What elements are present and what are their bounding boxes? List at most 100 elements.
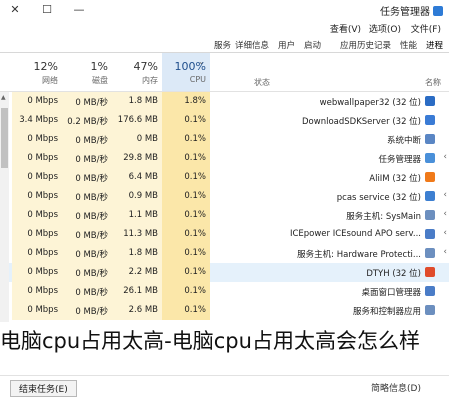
memory-label: 内存 [142, 76, 158, 85]
task-manager-icon [433, 5, 443, 16]
tab-startup[interactable]: 启动 [304, 39, 321, 51]
memory-cell: 29.8 MB [123, 153, 158, 163]
process-name: DTYH (32 位) [366, 269, 421, 279]
status-column-header[interactable]: 状态 [254, 77, 270, 88]
fewer-details-link[interactable]: 简略信息(D) [371, 381, 421, 394]
disk-cell: 0 MB/秒 [75, 136, 108, 146]
column-header-row: 12% 网络 1% 磁盘 47% 内存 ⌄ 100% CPU 状态 名称 [0, 53, 449, 92]
process-icon [425, 248, 435, 258]
process-name: 桌面窗口管理器 [361, 288, 421, 298]
process-row[interactable]: 0 Mbps 0 MB/秒 2.2 MB 0.1% DTYH (32 位) [0, 263, 449, 282]
process-name: AliIM (32 位) [369, 174, 421, 184]
end-task-button[interactable]: 结束任务(E) [10, 380, 77, 397]
process-icon [425, 115, 435, 125]
cpu-percent: 100% [174, 60, 206, 73]
expand-chevron-icon[interactable]: ‹ [443, 152, 447, 162]
cpu-column-header[interactable]: ⌄ 100% CPU [162, 53, 210, 91]
network-cell: 0 Mbps [27, 248, 58, 258]
disk-cell: 0 MB/秒 [75, 288, 108, 298]
process-icon [425, 172, 435, 182]
process-row[interactable]: 0 Mbps 0 MB/秒 26.1 MB 0.1% 桌面窗口管理器 [0, 282, 449, 301]
network-cell: 0 Mbps [27, 210, 58, 220]
disk-cell: 0 MB/秒 [75, 212, 108, 222]
disk-cell: 0 MB/秒 [75, 307, 108, 317]
close-button[interactable]: ✕ [0, 2, 30, 18]
process-row[interactable]: 0 Mbps 0 MB/秒 0.9 MB 0.1% pcas service (32 位… [0, 187, 449, 206]
scroll-up-icon[interactable]: ▲ [1, 94, 6, 101]
disk-percent: 1% [90, 60, 108, 73]
process-row[interactable]: 3.4 Mbps 0.2 MB/秒 176.6 MB 0.1% DownloadSDKS… [0, 111, 449, 130]
process-icon [425, 229, 435, 239]
menu-bar: 文件(F) 选项(O) 查看(V) [0, 20, 449, 36]
network-cell: 0 Mbps [27, 267, 58, 277]
memory-cell: 2.6 MB [128, 305, 158, 315]
menu-options[interactable]: 选项(O) [369, 22, 401, 35]
memory-percent: 47% [133, 60, 158, 73]
process-row[interactable]: 0 Mbps 0 MB/秒 6.4 MB 0.1% AliIM (32 位) [0, 168, 449, 187]
tab-details[interactable]: 详细信息 [235, 39, 269, 51]
vertical-scrollbar[interactable]: ▲ [0, 92, 9, 322]
maximize-button[interactable]: ☐ [32, 2, 62, 18]
expand-chevron-icon[interactable]: ‹ [443, 209, 447, 219]
cpu-cell: 0.1% [184, 134, 206, 144]
cpu-cell: 0.1% [184, 191, 206, 201]
menu-file[interactable]: 文件(F) [411, 22, 441, 35]
memory-cell: 11.3 MB [123, 229, 158, 239]
expand-chevron-icon[interactable]: ‹ [443, 247, 447, 257]
expand-chevron-icon[interactable]: ‹ [443, 190, 447, 200]
cpu-cell: 0.1% [184, 115, 206, 125]
disk-cell: 0.2 MB/秒 [67, 117, 108, 127]
process-icon [425, 305, 435, 315]
process-name: 服务和控制器应用 [352, 307, 421, 317]
disk-column-header[interactable]: 1% 磁盘 [62, 53, 112, 91]
process-row[interactable]: 0 Mbps 0 MB/秒 29.8 MB 0.1% 任务管理器 ‹ [0, 149, 449, 168]
network-cell: 3.4 Mbps [19, 115, 58, 125]
expand-chevron-icon[interactable]: ‹ [443, 228, 447, 238]
cpu-cell: 1.8% [184, 96, 206, 106]
process-name: pcas service (32 位) [336, 193, 421, 203]
title-bar: ✕ ☐ — 任务管理器 [0, 0, 449, 20]
process-row[interactable]: 0 Mbps 0 MB/秒 11.3 MB 0.1% ICEpower ICEsound… [0, 225, 449, 244]
tab-performance[interactable]: 性能 [400, 39, 417, 51]
tab-services[interactable]: 服务 [214, 39, 231, 51]
disk-cell: 0 MB/秒 [75, 269, 108, 279]
network-cell: 0 Mbps [27, 153, 58, 163]
memory-column-header[interactable]: 47% 内存 [112, 53, 162, 91]
process-name: DownloadSDKServer (32 位) [302, 117, 421, 127]
network-column-header[interactable]: 12% 网络 [12, 53, 62, 91]
process-name: 任务管理器 [378, 155, 421, 165]
cpu-cell: 0.1% [184, 153, 206, 163]
cpu-cell: 0.1% [184, 248, 206, 258]
process-row[interactable]: 0 Mbps 0 MB/秒 1.8 MB 0.1% 服务主机: Hardware Pro… [0, 244, 449, 263]
memory-cell: 0 MB [136, 134, 158, 144]
name-column-header[interactable]: 名称 [425, 77, 441, 88]
minimize-button[interactable]: — [64, 2, 94, 18]
tab-users[interactable]: 用户 [278, 39, 295, 51]
process-row[interactable]: 0 Mbps 0 MB/秒 1.1 MB 0.1% 服务主机: SysMain ‹ [0, 206, 449, 225]
network-percent: 12% [33, 60, 58, 73]
scrollbar-thumb[interactable] [1, 108, 8, 168]
tab-app-history[interactable]: 应用历史记录 [340, 39, 391, 51]
menu-view[interactable]: 查看(V) [330, 22, 361, 35]
disk-cell: 0 MB/秒 [75, 250, 108, 260]
memory-cell: 176.6 MB [117, 115, 158, 125]
tab-bar: 进程 性能 应用历史记录 启动 用户 详细信息 服务 [0, 36, 449, 53]
process-name: 服务主机: Hardware Protecti... [297, 250, 421, 260]
network-cell: 0 Mbps [27, 96, 58, 106]
process-row[interactable]: 0 Mbps 0 MB/秒 2.6 MB 0.1% 服务和控制器应用 [0, 301, 449, 320]
network-cell: 0 Mbps [27, 191, 58, 201]
network-cell: 0 Mbps [27, 286, 58, 296]
memory-cell: 6.4 MB [128, 172, 158, 182]
disk-label: 磁盘 [92, 76, 108, 85]
process-row[interactable]: 0 Mbps 0 MB/秒 1.8 MB 1.8% webwallpaper32 (32… [0, 92, 449, 111]
memory-cell: 1.1 MB [128, 210, 158, 220]
tab-processes[interactable]: 进程 [426, 39, 443, 51]
app-title: 任务管理器 [380, 3, 443, 18]
disk-cell: 0 MB/秒 [75, 98, 108, 108]
disk-cell: 0 MB/秒 [75, 155, 108, 165]
process-row[interactable]: 0 Mbps 0 MB/秒 0 MB 0.1% 系统中断 [0, 130, 449, 149]
process-icon [425, 267, 435, 277]
memory-cell: 1.8 MB [128, 248, 158, 258]
cpu-cell: 0.1% [184, 305, 206, 315]
overlay-caption: 电脑cpu占用太高-电脑cpu占用太高会怎么样 [0, 329, 420, 353]
